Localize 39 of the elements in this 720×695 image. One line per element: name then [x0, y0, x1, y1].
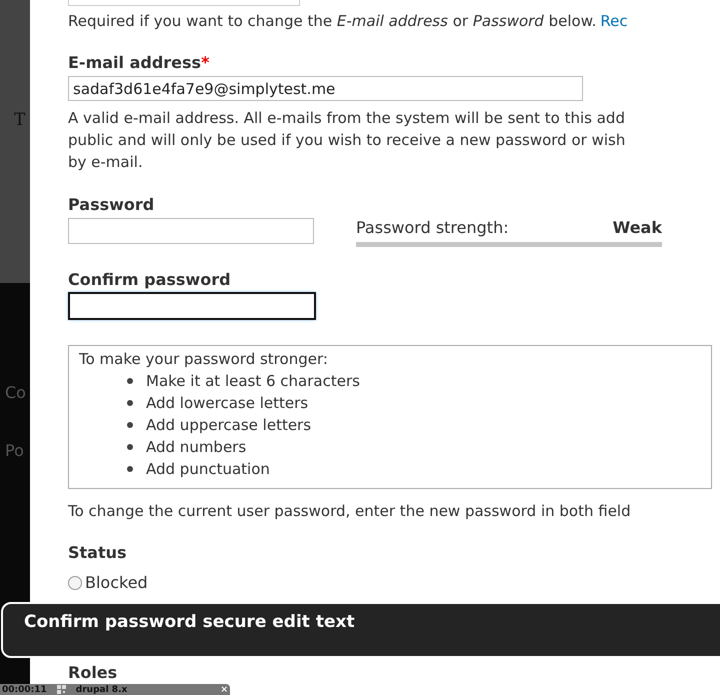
field-description: public and will only be used if you wish to receive a new password or wish [68, 130, 626, 151]
strength-label: Password strength: [356, 217, 509, 239]
field-label: Status [68, 542, 127, 564]
confirm-password-field[interactable] [68, 292, 316, 320]
current-password-field-edge[interactable] [68, 0, 300, 6]
field-label: Confirm password [68, 269, 231, 291]
field-description: A valid e-mail address. All e-mails from the system will be sent to this add [68, 108, 625, 129]
time-text: 00:00:11 [2, 684, 47, 694]
field-label: Roles [68, 662, 118, 684]
field-description: by e-mail. [68, 152, 143, 173]
background-menu-text: Co [4, 382, 26, 404]
close-button[interactable]: × [220, 684, 228, 694]
suggestion-item: Add uppercase letters [146, 415, 312, 436]
background-menu-text: Po [4, 440, 24, 462]
bottom-tab[interactable]: 00:00:11 drupal 8.x × [0, 684, 230, 695]
caption-text: Confirm password secure edit text [24, 612, 355, 632]
strength-value: Weak [612, 217, 662, 239]
radio-label: Blocked [85, 572, 148, 594]
suggestion-item: Add punctuation [146, 459, 270, 480]
suggestions-title: To make your password stronger: [79, 349, 328, 370]
bullet-icon [127, 466, 133, 472]
field-description: To change the current user password, enter the new password in both field [68, 501, 631, 522]
tab-title: drupal 8.x [76, 684, 128, 694]
suggestion-item: Add lowercase letters [146, 393, 308, 414]
suggestion-item: Add numbers [146, 437, 246, 458]
field-description: Required if you want to change the E-mail address or Password below. [68, 11, 596, 32]
email-field[interactable]: sadaf3d61e4fa7e9@simplytest.me [68, 76, 583, 101]
password-field[interactable] [68, 218, 314, 244]
bullet-icon [127, 444, 133, 450]
link[interactable]: Rec [600, 10, 628, 32]
qr-code-icon [56, 685, 66, 694]
field-label: E-mail address [68, 52, 202, 74]
required-mark: * [201, 52, 210, 74]
bullet-icon [127, 378, 133, 384]
radio-button[interactable] [68, 576, 82, 590]
bullet-icon [127, 400, 133, 406]
field-label: Password [68, 194, 154, 216]
bullet-icon [127, 422, 133, 428]
suggestion-item: Make it at least 6 characters [146, 371, 360, 392]
